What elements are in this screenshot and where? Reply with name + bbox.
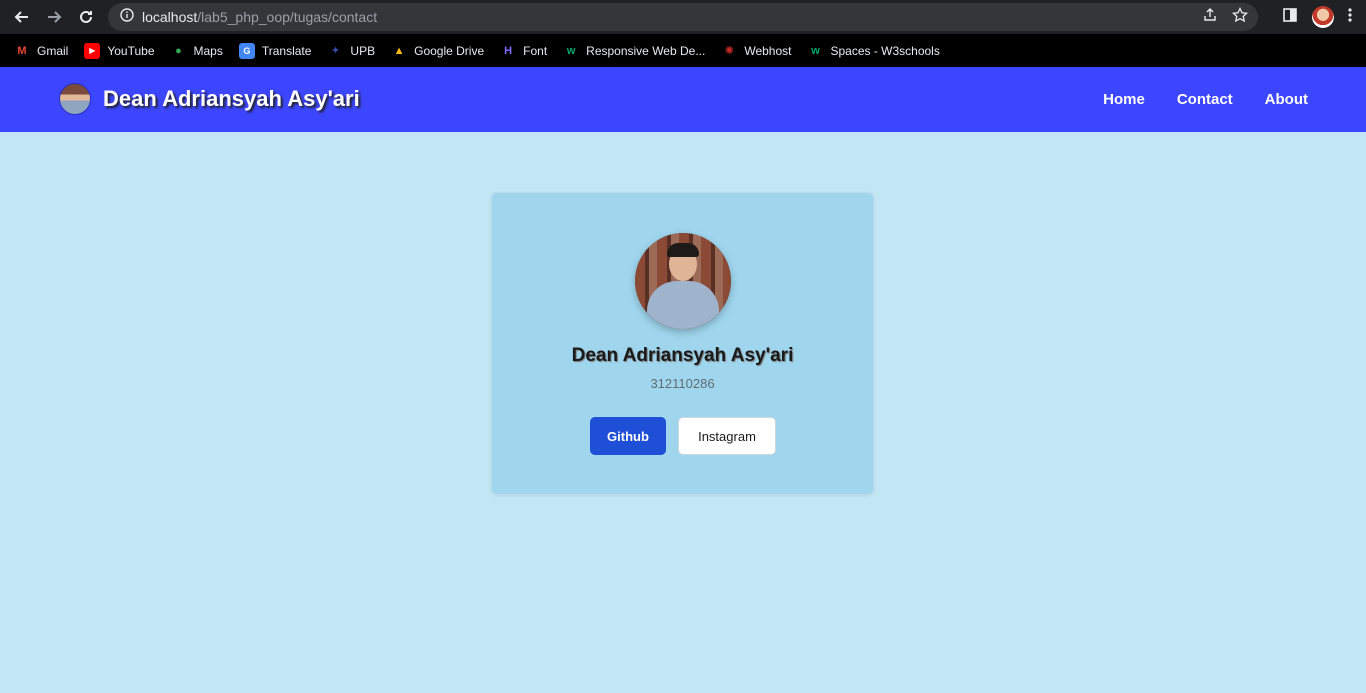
nav-link-home[interactable]: Home [1103,91,1145,108]
bookmark-webhost[interactable]: ✺ Webhost [721,43,792,59]
navbar: Dean Adriansyah Asy'ari Home Contact Abo… [0,67,1366,132]
bookmark-upb[interactable]: ✦ UPB [327,43,375,59]
brand[interactable]: Dean Adriansyah Asy'ari [59,83,360,115]
reload-icon[interactable] [70,1,102,33]
bookmark-maps[interactable]: ● Maps [171,43,223,59]
browser-toolbar: localhost/lab5_php_oop/tugas/contact [0,0,1366,34]
profile-name: Dean Adriansyah Asy'ari [571,345,794,366]
instagram-button[interactable]: Instagram [678,417,776,455]
back-icon[interactable] [6,1,38,33]
bookmarks-bar: M Gmail ▶ YouTube ● Maps G Translate ✦ U… [0,34,1366,67]
bookmark-translate[interactable]: G Translate [238,42,311,59]
bookmark-spaces-w3schools[interactable]: w Spaces - W3schools [807,43,940,59]
webhost-icon: ✺ [724,45,734,57]
nav-link-about[interactable]: About [1265,91,1308,108]
url-text: localhost/lab5_php_oop/tugas/contact [142,9,378,25]
bookmark-gmail[interactable]: M Gmail [14,43,68,59]
upb-icon: ✦ [330,45,341,57]
profile-card: Dean Adriansyah Asy'ari 312110286 Github… [491,192,874,495]
bookmark-font[interactable]: H Font [500,43,547,59]
drive-icon: ▲ [393,44,405,57]
bookmark-responsive-web[interactable]: w Responsive Web De... [563,43,705,59]
address-bar[interactable]: localhost/lab5_php_oop/tugas/contact [108,3,1258,31]
side-panel-icon[interactable] [1282,7,1298,28]
profile-nim: 312110286 [650,376,715,391]
profile-avatar[interactable] [1312,6,1334,28]
github-button[interactable]: Github [590,417,666,455]
forward-icon[interactable] [38,1,70,33]
gmail-icon: M [17,44,27,57]
brand-name: Dean Adriansyah Asy'ari [103,86,360,111]
avatar [59,83,91,115]
bookmark-star-icon[interactable] [1231,6,1249,28]
nav-link-contact[interactable]: Contact [1177,91,1233,108]
bookmark-google-drive[interactable]: ▲ Google Drive [391,43,484,59]
bookmark-youtube[interactable]: ▶ YouTube [84,42,155,59]
maps-icon: ● [175,44,182,57]
nav-menu: Home Contact About [1103,67,1308,132]
w3schools-icon: w [566,44,576,57]
site-info-icon[interactable] [120,7,134,27]
youtube-icon: ▶ [84,42,101,59]
font-icon: H [504,44,513,57]
kebab-menu-icon[interactable] [1348,7,1352,28]
translate-icon: G [238,42,255,59]
share-icon[interactable] [1202,7,1218,28]
w3schools-icon: w [811,44,820,57]
profile-photo [635,233,731,329]
